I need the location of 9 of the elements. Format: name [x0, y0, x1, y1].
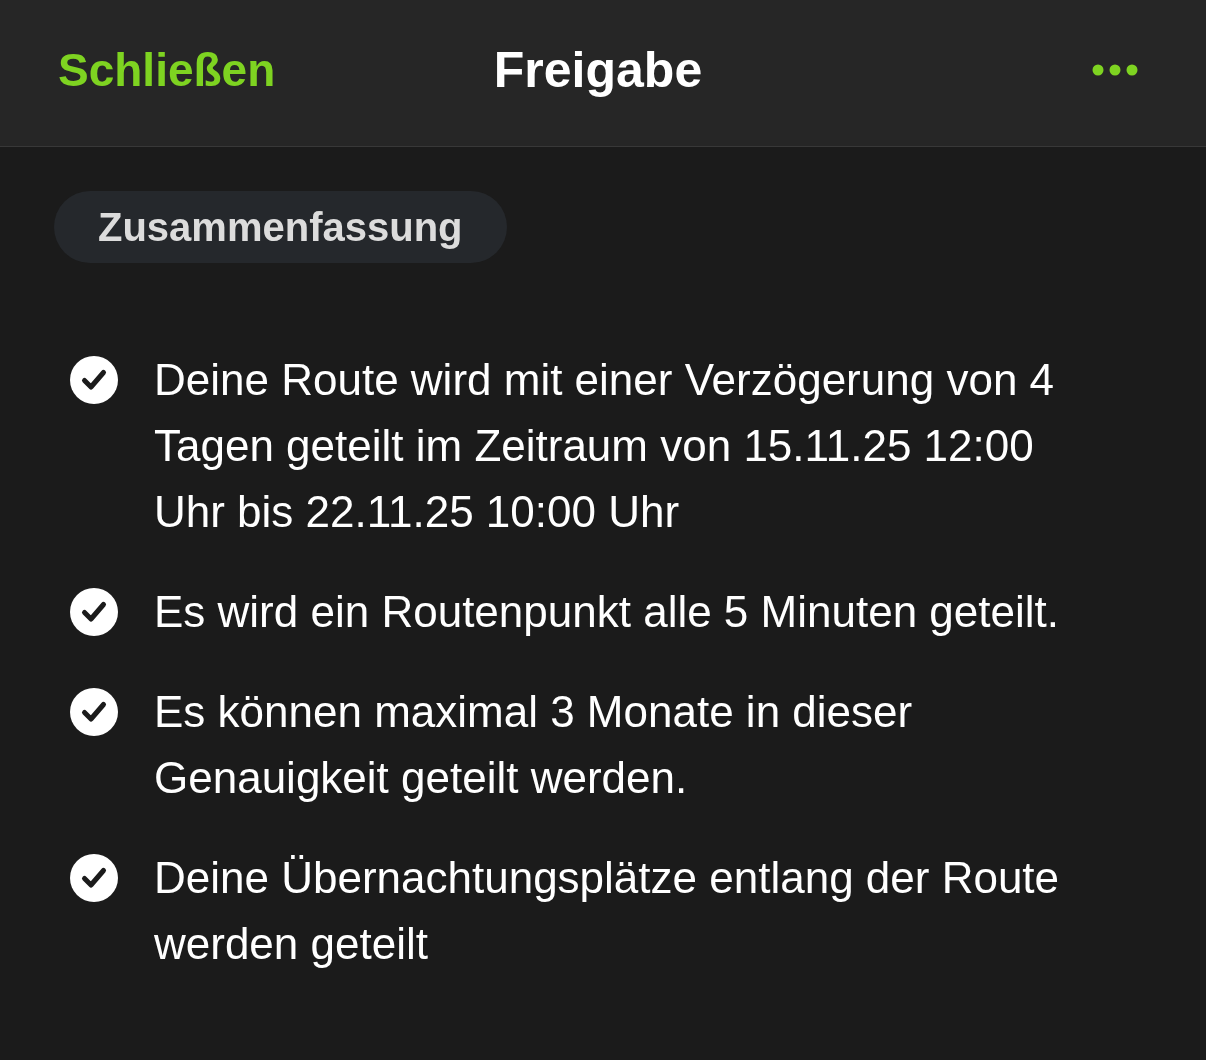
- summary-chip: Zusammenfassung: [54, 191, 507, 263]
- more-button[interactable]: [1092, 64, 1138, 76]
- more-icon: [1092, 64, 1138, 76]
- page-title: Freigabe: [493, 41, 703, 99]
- summary-text: Es können maximal 3 Monate in dieser Genauigkeit geteilt werden.: [154, 686, 914, 804]
- summary-text: Deine Route wird mit einer Verzögerung von 4 Tagen geteilt im Zeitraum von 15.11.25 12:00 Uhr bis 22.11.25 10:00 Uhr: [154, 354, 1056, 538]
- summary-text: Deine Übernachtungsplätze entlang der Route werden geteilt: [154, 852, 1061, 970]
- close-button[interactable]: Schließen: [58, 43, 276, 97]
- summary-text: Es wird ein Routenpunkt alle 5 Minuten geteilt.: [154, 586, 1060, 638]
